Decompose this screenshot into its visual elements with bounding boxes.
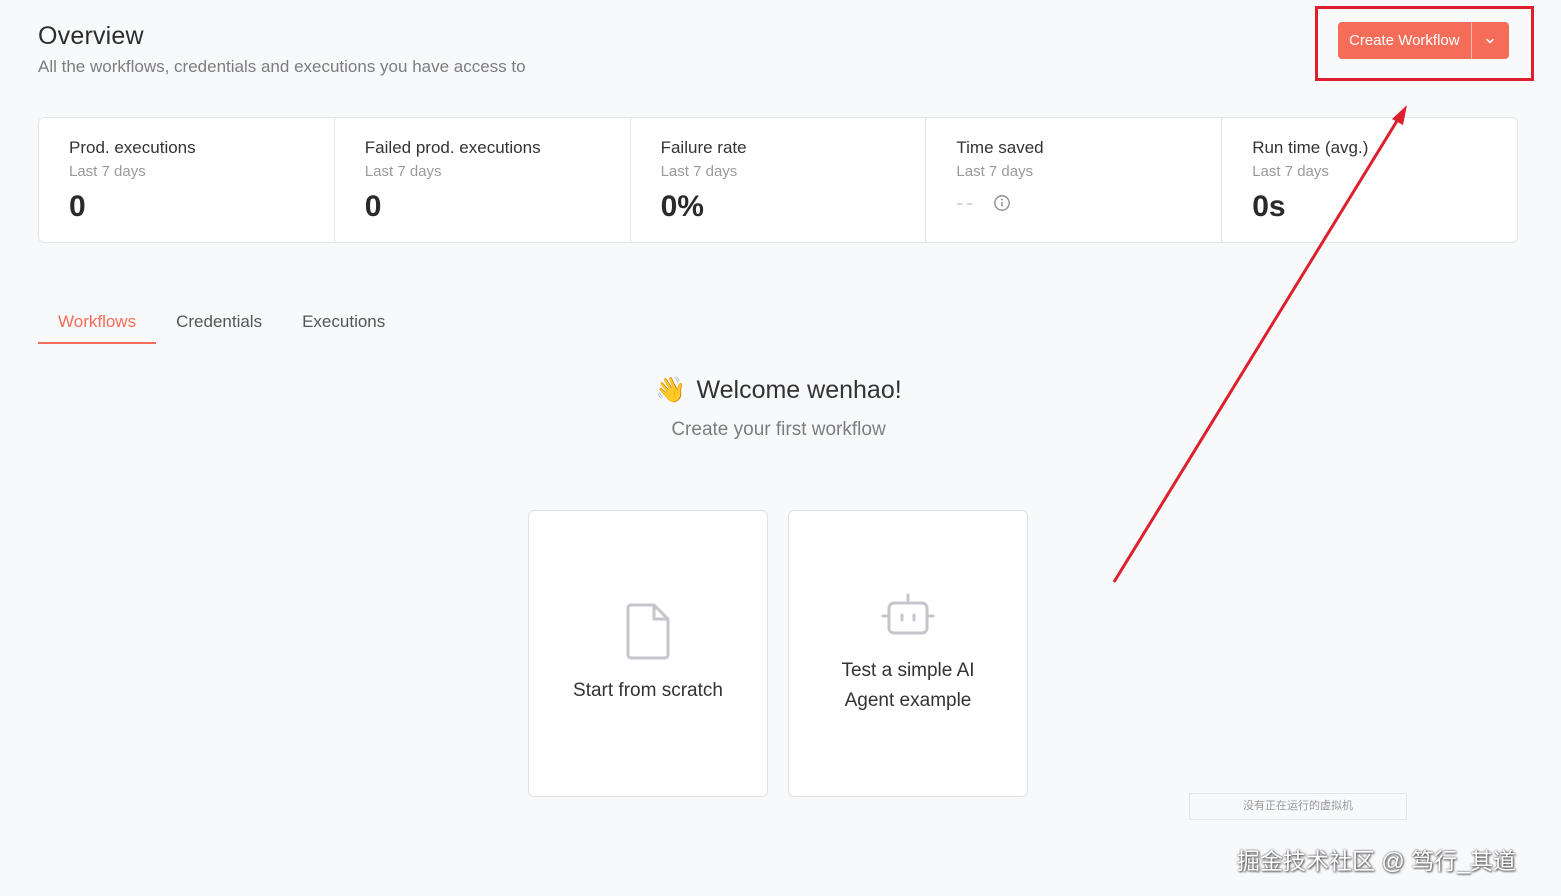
create-workflow-dropdown-toggle[interactable] xyxy=(1472,22,1509,59)
info-icon[interactable] xyxy=(993,194,1011,212)
welcome-title: Welcome wenhao! xyxy=(696,376,902,404)
vm-status-bar: 没有正在运行的虚拟机 xyxy=(1189,793,1407,820)
create-workflow-split-button: Create Workflow xyxy=(1338,22,1509,59)
stat-run-time-avg: Run time (avg.) Last 7 days 0s xyxy=(1222,118,1517,242)
stat-period: Last 7 days xyxy=(364,163,442,180)
stat-failure-rate: Failure rate Last 7 days 0% xyxy=(631,118,927,242)
stat-period: Last 7 days xyxy=(69,163,146,180)
stats-panel: Prod. executions Last 7 days 0 Failed pr… xyxy=(38,117,1518,243)
page-subtitle: All the workflows, credentials and execu… xyxy=(38,57,526,76)
stat-value-row: -- xyxy=(956,190,1191,216)
card-label-line: Test a simple AI xyxy=(841,659,975,681)
stat-value: 0s xyxy=(1252,190,1286,223)
stat-value: -- xyxy=(956,190,976,215)
file-icon xyxy=(626,603,670,659)
stat-label: Failed prod. executions xyxy=(364,138,541,157)
chevron-down-icon xyxy=(1486,38,1494,43)
card-label: Test a simple AI Agent example xyxy=(841,656,974,716)
ai-agent-example-card[interactable]: Test a simple AI Agent example xyxy=(788,510,1028,797)
tab-executions[interactable]: Executions xyxy=(282,306,405,344)
stat-label: Time saved xyxy=(956,138,1044,157)
stat-prod-executions: Prod. executions Last 7 days 0 xyxy=(39,118,335,242)
robot-icon xyxy=(881,593,935,634)
page-header: Overview All the workflows, credentials … xyxy=(38,22,526,77)
stat-period: Last 7 days xyxy=(1252,163,1329,180)
stat-label: Prod. executions xyxy=(69,138,196,157)
stat-time-saved: Time saved Last 7 days -- xyxy=(926,118,1223,242)
waving-hand-icon: 👋 xyxy=(655,376,687,404)
stat-value: 0% xyxy=(660,190,704,223)
page-title: Overview xyxy=(38,22,144,50)
tab-workflows[interactable]: Workflows xyxy=(38,306,157,344)
welcome-heading: 👋 Welcome wenhao! xyxy=(655,376,901,405)
card-label: Start from scratch xyxy=(573,679,723,701)
welcome-section: 👋 Welcome wenhao! Create your first work… xyxy=(0,376,1561,441)
stat-label: Failure rate xyxy=(660,138,747,157)
card-label-line: Agent example xyxy=(844,689,972,711)
watermark: 掘金技术社区 @ 笃行_其道 xyxy=(1237,848,1516,874)
stat-value: 0 xyxy=(69,190,86,223)
start-from-scratch-card[interactable]: Start from scratch xyxy=(528,510,768,797)
stat-period: Last 7 days xyxy=(660,163,738,180)
stat-period: Last 7 days xyxy=(956,163,1034,180)
stat-label: Run time (avg.) xyxy=(1252,138,1369,157)
welcome-subtitle: Create your first workflow xyxy=(671,419,886,440)
create-workflow-button[interactable]: Create Workflow xyxy=(1338,22,1472,59)
tab-bar: Workflows Credentials Executions xyxy=(38,306,405,344)
tab-credentials[interactable]: Credentials xyxy=(156,306,282,344)
stat-value: 0 xyxy=(364,190,382,223)
stat-failed-prod-executions: Failed prod. executions Last 7 days 0 xyxy=(335,118,631,242)
